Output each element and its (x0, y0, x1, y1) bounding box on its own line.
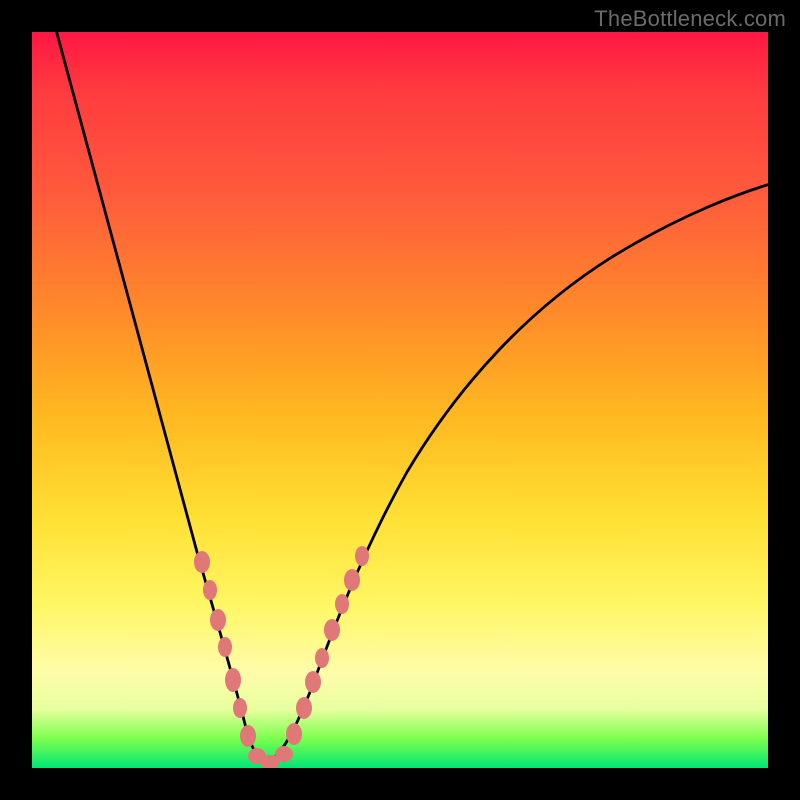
bead (233, 698, 247, 718)
bead (324, 619, 340, 641)
bead (240, 725, 256, 747)
bead (344, 569, 360, 591)
watermark-text: TheBottleneck.com (594, 6, 786, 32)
bead (305, 671, 321, 693)
plot-area (32, 32, 768, 768)
bead (218, 637, 232, 657)
bead (315, 648, 329, 668)
chart-frame: TheBottleneck.com (0, 0, 800, 800)
bead (210, 609, 226, 631)
curve-overlay (32, 32, 768, 768)
bead (286, 723, 302, 745)
bead (296, 697, 312, 719)
bead (225, 668, 241, 692)
bead (275, 746, 293, 762)
bead (355, 546, 369, 566)
curve-right-branch (267, 182, 768, 764)
bead (335, 594, 349, 614)
curve-left-branch (54, 32, 267, 764)
bead (194, 551, 210, 573)
bead (203, 580, 217, 600)
